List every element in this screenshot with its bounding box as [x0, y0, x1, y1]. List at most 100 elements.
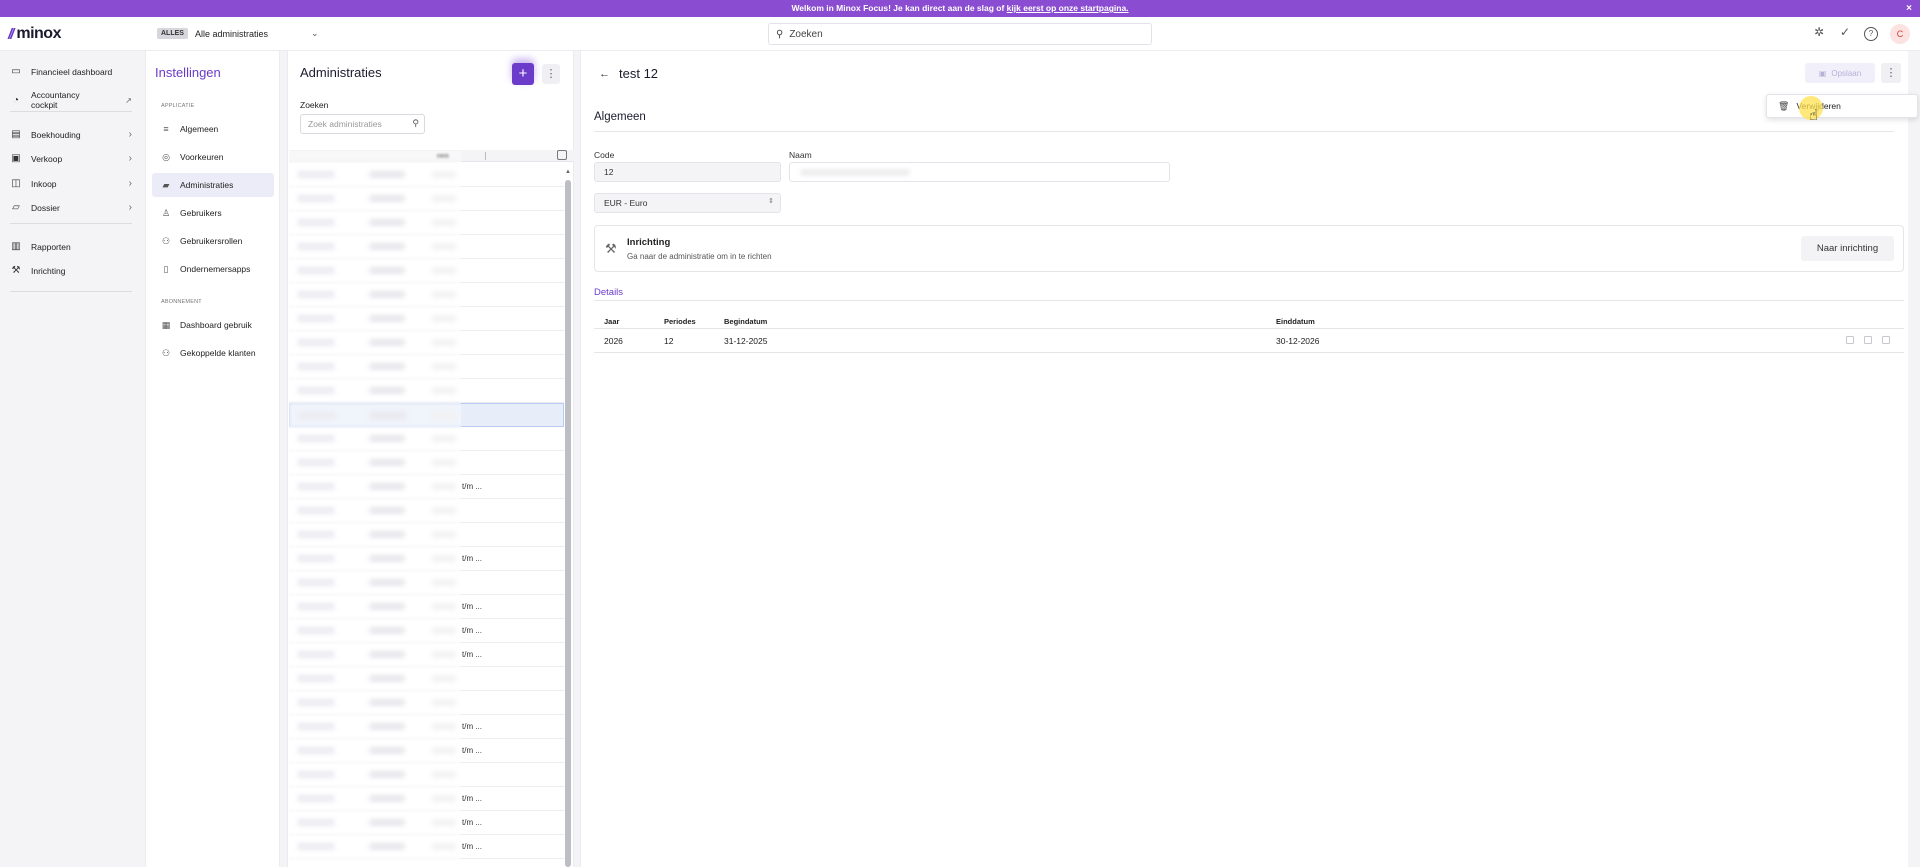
nav-label: Inkoop	[31, 178, 57, 189]
currency-select[interactable]: EUR - Euro ⇕	[594, 193, 781, 213]
column-divider	[485, 152, 486, 160]
settings-item-label: Administraties	[180, 180, 234, 190]
search-icon: ⚲	[412, 118, 419, 128]
bug-icon[interactable]: ✲	[1812, 26, 1826, 41]
settings-item-gebruikersrollen[interactable]: ⚇ Gebruikersrollen	[152, 229, 274, 253]
nav-label: Inrichting	[31, 265, 66, 276]
chevron-right-icon: ›	[128, 129, 132, 140]
cell-begindatum: 31-12-2025	[724, 336, 768, 346]
chart-icon: ▦	[161, 319, 171, 330]
nav-inrichting[interactable]: ⚒ Inrichting	[10, 265, 132, 276]
period-range-text: t/m ...	[462, 554, 482, 563]
periods-table: Jaar Periodes Begindatum Einddatum 2026 …	[594, 316, 1904, 353]
settings-item-gebruikers[interactable]: ♙ Gebruikers	[152, 201, 274, 225]
settings-title: Instellingen	[155, 65, 221, 80]
inrichting-card: ⚒ Inrichting Ga naar de administratie om…	[594, 225, 1904, 272]
settings-item-label: Gebruikers	[180, 208, 222, 218]
user-icon: ♙	[161, 207, 171, 218]
list-scrollbar[interactable]	[565, 180, 571, 867]
nav-financieel-dashboard[interactable]: ▭ Financieel dashboard	[10, 66, 132, 77]
book-icon: ▰	[162, 179, 170, 190]
settings-item-voorkeuren[interactable]: ◎ Voorkeuren	[152, 145, 274, 169]
naam-field[interactable]	[789, 162, 1170, 182]
columns-toggle-icon[interactable]	[557, 150, 567, 160]
chevron-right-icon: ›	[128, 153, 132, 164]
row-actions	[1846, 336, 1890, 344]
detail-title: test 12	[619, 66, 659, 81]
period-range-text: t/m ...	[462, 650, 482, 659]
save-label: Opslaan	[1831, 68, 1862, 78]
scroll-up-icon[interactable]: ▲	[565, 169, 571, 175]
banner-close-icon[interactable]: ×	[1906, 0, 1912, 17]
header-periodes: Periodes	[664, 317, 696, 326]
edit-icon[interactable]	[1846, 336, 1854, 344]
logo-text: minox	[16, 25, 61, 42]
select-arrows-icon: ⇕	[768, 198, 774, 205]
settings-item-gekoppelde-klanten[interactable]: ⚇ Gekoppelde klanten	[152, 341, 274, 365]
global-search-input[interactable]: ⚲ Zoeken	[768, 23, 1152, 45]
tasks-icon[interactable]: ✓	[1838, 26, 1852, 41]
nav-verkoop[interactable]: ▣ Verkoop ›	[10, 153, 132, 164]
nav-accountancy-cockpit[interactable]: ◔ Accountancy cockpit ↗	[10, 90, 132, 110]
settings-item-label: Gebruikersrollen	[180, 236, 243, 246]
list-search-input[interactable]: Zoek administraties ⚲	[300, 114, 425, 134]
help-icon[interactable]: ?	[1864, 27, 1878, 41]
period-range-text: t/m ...	[462, 602, 482, 611]
details-tab[interactable]: Details	[594, 287, 623, 298]
settings-item-label: Voorkeuren	[180, 152, 224, 162]
avatar[interactable]: C	[1890, 24, 1910, 44]
nav-divider	[10, 223, 132, 224]
detail-more-menu-icon[interactable]: ⋮	[1881, 63, 1901, 83]
delete-menu-item[interactable]: 🗑 Verwijderen	[1766, 94, 1918, 118]
list-search-placeholder: Zoek administraties	[308, 119, 382, 129]
list-icon: ≡	[163, 124, 169, 134]
list-more-menu-icon[interactable]: ⋮	[542, 64, 560, 84]
currency-value: EUR - Euro	[604, 198, 648, 208]
add-administratie-button[interactable]: +	[512, 63, 534, 85]
nav-label: Financieel dashboard	[31, 66, 113, 77]
settings-item-administraties[interactable]: ▰ Administraties	[152, 173, 274, 197]
settings-item-dashboard-gebruik[interactable]: ▦ Dashboard gebruik	[152, 313, 274, 337]
delete-icon[interactable]	[1882, 336, 1890, 344]
cockpit-icon: ◔	[12, 94, 19, 106]
ledger-icon: ▤	[11, 129, 21, 140]
code-field[interactable]: 12	[594, 162, 781, 182]
back-arrow-icon[interactable]: ←	[599, 68, 610, 80]
cell-einddatum: 30-12-2026	[1276, 336, 1320, 346]
settings-item-label: Ondernemersapps	[180, 264, 251, 274]
chevron-right-icon: ›	[128, 178, 132, 189]
scope-tag: ALLES	[157, 28, 188, 39]
trash-icon: 🗑	[1778, 100, 1790, 111]
banner-startpage-link[interactable]: kijk eerst op onze startpagina.	[1007, 3, 1129, 13]
naar-inrichting-button[interactable]: Naar inrichting	[1801, 236, 1894, 261]
list-title: Administraties	[300, 65, 382, 80]
nav-rapporten[interactable]: ▥ Rapporten	[10, 241, 132, 252]
divider	[594, 131, 1894, 132]
nav-boekhouding[interactable]: ▤ Boekhouding ›	[10, 129, 132, 140]
period-range-text: t/m ...	[462, 818, 482, 827]
administration-scope-selector[interactable]: ALLES Alle administraties ⌄	[157, 28, 319, 39]
save-button[interactable]: ▣ Opslaan	[1805, 63, 1875, 83]
code-label: Code	[594, 150, 615, 160]
nav-dossier[interactable]: ▱ Dossier ›	[10, 202, 132, 213]
minox-logo[interactable]: // minox	[8, 25, 61, 43]
header-begindatum: Begindatum	[724, 317, 768, 326]
period-range-text: t/m ...	[462, 482, 482, 491]
cell-periodes: 12	[664, 336, 674, 346]
top-bar: // minox ALLES Alle administraties ⌄ ⚲ Z…	[0, 17, 1920, 51]
sales-icon: ▣	[11, 153, 21, 164]
administratie-detail-panel: ← test 12 ▣ Opslaan ⋮ Algemeen Code 12 N…	[580, 51, 1908, 867]
copy-icon[interactable]	[1864, 336, 1872, 344]
scope-value: Alle administraties	[194, 28, 268, 39]
minox-logo-icon: //	[8, 25, 15, 43]
table-row[interactable]: 2026 12 31-12-2025 30-12-2026	[594, 329, 1904, 353]
settings-item-algemeen[interactable]: ≡ Algemeen	[152, 117, 274, 141]
phone-icon: ▯	[163, 263, 169, 274]
search-placeholder: Zoeken	[789, 28, 823, 40]
period-range-text: t/m ...	[462, 794, 482, 803]
chevron-right-icon: ›	[128, 202, 132, 213]
wrench-icon: ⚒	[11, 265, 21, 276]
nav-inkoop[interactable]: ◫ Inkoop ›	[10, 178, 132, 189]
top-icons: ✲ ✓ ? C	[1812, 24, 1910, 44]
settings-item-ondernemersapps[interactable]: ▯ Ondernemersapps	[152, 257, 274, 281]
